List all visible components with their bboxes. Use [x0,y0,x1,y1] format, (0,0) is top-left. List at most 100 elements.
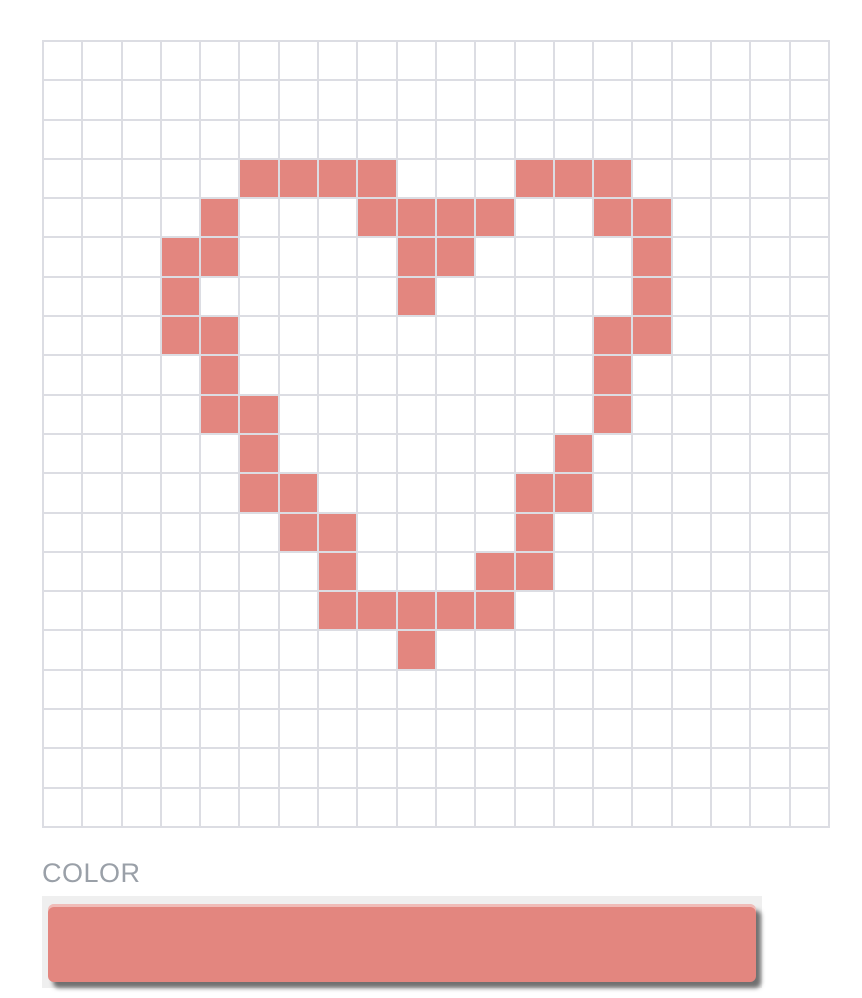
grid-cell[interactable] [397,356,435,394]
grid-cell[interactable] [122,788,160,826]
grid-cell[interactable] [319,710,357,748]
grid-cell[interactable] [751,159,789,198]
grid-cell[interactable] [319,513,357,551]
grid-cell[interactable] [712,631,750,669]
grid-cell[interactable] [122,356,160,394]
grid-cell[interactable] [240,434,278,473]
grid-cell[interactable] [279,356,318,394]
grid-cell[interactable] [319,592,357,630]
grid-cell[interactable] [515,159,553,198]
grid-cell[interactable] [594,513,632,551]
grid-cell[interactable] [161,710,200,748]
grid-cell[interactable] [240,749,278,787]
grid-cell[interactable] [594,788,632,826]
grid-cell[interactable] [712,42,750,80]
grid-cell[interactable] [201,552,239,591]
grid-cell[interactable] [751,788,789,826]
grid-cell[interactable] [633,81,671,119]
grid-cell[interactable] [201,513,239,551]
grid-cell[interactable] [122,749,160,787]
grid-cell[interactable] [672,238,711,276]
grid-cell[interactable] [790,710,828,748]
grid-cell[interactable] [83,120,121,158]
grid-cell[interactable] [161,631,200,669]
grid-cell[interactable] [594,238,632,276]
grid-cell[interactable] [397,317,435,355]
grid-cell[interactable] [751,474,789,512]
grid-cell[interactable] [161,670,200,709]
grid-cell[interactable] [594,592,632,630]
grid-cell[interactable] [594,317,632,355]
grid-cell[interactable] [554,395,593,433]
grid-cell[interactable] [319,474,357,512]
grid-cell[interactable] [515,434,553,473]
grid-cell[interactable] [554,317,593,355]
grid-cell[interactable] [554,199,593,237]
grid-cell[interactable] [319,670,357,709]
grid-cell[interactable] [672,42,711,80]
grid-cell[interactable] [44,788,82,826]
grid-cell[interactable] [201,199,239,237]
grid-cell[interactable] [515,317,553,355]
grid-cell[interactable] [44,317,82,355]
grid-cell[interactable] [397,513,435,551]
grid-cell[interactable] [397,199,435,237]
grid-cell[interactable] [594,552,632,591]
grid-cell[interactable] [790,317,828,355]
grid-cell[interactable] [515,788,553,826]
grid-cell[interactable] [201,670,239,709]
grid-cell[interactable] [397,710,435,748]
grid-cell[interactable] [44,552,82,591]
grid-cell[interactable] [790,788,828,826]
grid-cell[interactable] [122,238,160,276]
grid-cell[interactable] [201,749,239,787]
grid-cell[interactable] [554,159,593,198]
grid-cell[interactable] [515,749,553,787]
grid-cell[interactable] [397,788,435,826]
grid-cell[interactable] [122,120,160,158]
grid-cell[interactable] [633,277,671,316]
grid-cell[interactable] [751,277,789,316]
grid-cell[interactable] [358,788,396,826]
grid-cell[interactable] [319,356,357,394]
grid-cell[interactable] [633,749,671,787]
grid-cell[interactable] [201,474,239,512]
grid-cell[interactable] [358,42,396,80]
grid-cell[interactable] [122,81,160,119]
grid-cell[interactable] [554,277,593,316]
grid-cell[interactable] [554,238,593,276]
grid-cell[interactable] [161,238,200,276]
grid-cell[interactable] [279,434,318,473]
grid-cell[interactable] [554,513,593,551]
grid-cell[interactable] [397,552,435,591]
grid-cell[interactable] [790,434,828,473]
grid-cell[interactable] [436,238,475,276]
grid-cell[interactable] [751,120,789,158]
grid-cell[interactable] [83,631,121,669]
grid-cell[interactable] [436,356,475,394]
grid-cell[interactable] [790,42,828,80]
grid-cell[interactable] [83,513,121,551]
grid-cell[interactable] [476,317,514,355]
grid-cell[interactable] [240,277,278,316]
grid-cell[interactable] [712,159,750,198]
grid-cell[interactable] [358,710,396,748]
grid-cell[interactable] [672,120,711,158]
grid-cell[interactable] [476,788,514,826]
grid-cell[interactable] [554,631,593,669]
grid-cell[interactable] [201,356,239,394]
grid-cell[interactable] [161,474,200,512]
grid-cell[interactable] [476,199,514,237]
grid-cell[interactable] [122,670,160,709]
grid-cell[interactable] [397,749,435,787]
grid-cell[interactable] [201,592,239,630]
grid-cell[interactable] [201,788,239,826]
grid-cell[interactable] [594,670,632,709]
grid-cell[interactable] [751,395,789,433]
grid-cell[interactable] [751,552,789,591]
grid-cell[interactable] [44,159,82,198]
grid-cell[interactable] [83,434,121,473]
grid-cell[interactable] [436,552,475,591]
grid-cell[interactable] [476,395,514,433]
grid-cell[interactable] [83,356,121,394]
